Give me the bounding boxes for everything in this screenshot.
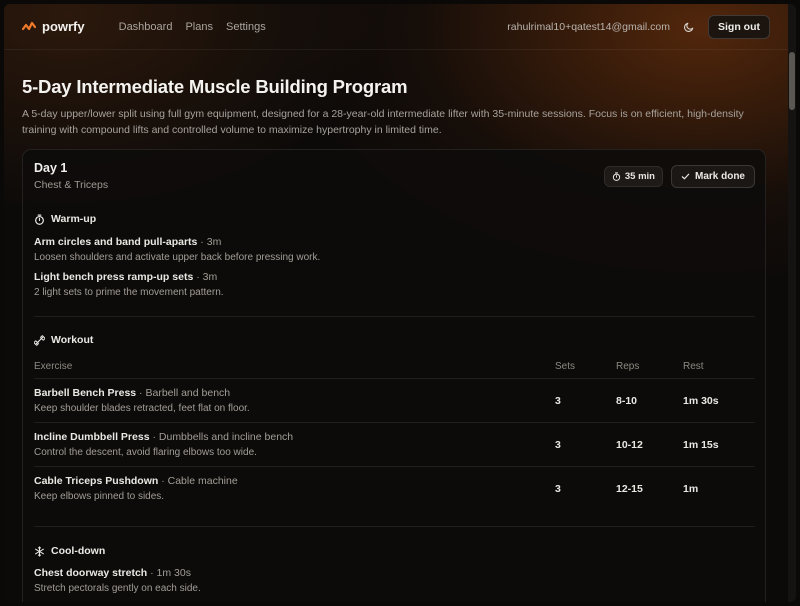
powrfy-logo-icon	[22, 21, 36, 30]
page-scrollbar[interactable]	[788, 4, 796, 602]
program-description: A 5-day upper/lower split using full gym…	[22, 108, 744, 136]
warmup-item-name: Light bench press ramp-up sets	[34, 271, 194, 283]
exercise-equipment: Dumbbells and incline bench	[158, 431, 294, 443]
workout-heading-text: Workout	[51, 334, 94, 346]
sign-out-button[interactable]: Sign out	[708, 14, 770, 39]
day-subtitle: Chest & Triceps	[34, 179, 109, 191]
warmup-heading-text: Warm-up	[51, 213, 97, 225]
cooldown-item-duration: 1m 30s	[156, 567, 191, 579]
cooldown-heading-text: Cool-down	[51, 545, 106, 557]
brand-name: powrfy	[42, 19, 85, 34]
nav-link-dashboard[interactable]: Dashboard	[119, 21, 173, 33]
theme-toggle-button[interactable]	[680, 18, 698, 36]
mark-done-button[interactable]: Mark done	[670, 165, 755, 188]
top-nav: powrfy Dashboard Plans Settings rahulrim…	[4, 4, 788, 50]
page-title: 5-Day Intermediate Muscle Building Progr…	[22, 76, 408, 97]
warmup-heading: Warm-up	[34, 213, 96, 225]
day-actions: 35 min Mark done	[603, 165, 755, 188]
section-divider	[34, 526, 755, 527]
exercise-rest: 1m 30s	[683, 395, 719, 407]
column-header-exercise: Exercise	[34, 361, 73, 372]
brand[interactable]: powrfy	[22, 19, 85, 34]
table-divider	[34, 378, 755, 379]
nav-right: rahulrimal10+qatest14@gmail.com Sign out	[507, 14, 770, 39]
duration-badge: 35 min	[603, 166, 663, 187]
duration-text: 35 min	[624, 171, 655, 182]
exercise-name: Cable Triceps Pushdown	[34, 475, 159, 487]
moon-icon	[683, 22, 693, 32]
warmup-item-name: Arm circles and band pull-aparts	[34, 236, 198, 248]
nav-links: Dashboard Plans Settings	[119, 21, 266, 33]
app-window: powrfy Dashboard Plans Settings rahulrim…	[4, 4, 796, 602]
exercise-name: Incline Dumbbell Press	[34, 431, 150, 443]
workout-heading: Workout	[34, 334, 93, 346]
warmup-item: Arm circles and band pull-aparts · 3m Lo…	[34, 236, 734, 263]
table-row: Incline Dumbbell Press · Dumbbells and i…	[34, 431, 534, 458]
day-title: Day 1	[34, 161, 68, 175]
program-header: 5-Day Intermediate Muscle Building Progr…	[22, 76, 770, 138]
cooldown-item-note: Stretch pectorals gently on each side.	[34, 583, 201, 594]
warmup-item: Light bench press ramp-up sets · 3m 2 li…	[34, 271, 734, 298]
exercise-sets: 3	[555, 483, 561, 495]
table-row: Barbell Bench Press · Barbell and bench …	[34, 387, 534, 414]
exercise-rest: 1m 15s	[683, 439, 719, 451]
scrollbar-thumb[interactable]	[789, 52, 795, 110]
nav-link-plans[interactable]: Plans	[185, 21, 213, 33]
warmup-item-duration: 3m	[202, 271, 218, 283]
exercise-reps: 8-10	[616, 395, 638, 407]
column-header-sets: Sets	[555, 361, 576, 372]
cooldown-item: Chest doorway stretch · 1m 30s Stretch p…	[34, 567, 734, 594]
cooldown-item-name: Chest doorway stretch	[34, 567, 148, 579]
warmup-item-duration: 3m	[206, 236, 222, 248]
exercise-equipment: Barbell and bench	[145, 387, 231, 399]
section-divider	[34, 316, 755, 317]
exercise-note: Keep elbows pinned to sides.	[34, 491, 165, 502]
day-header: Day 1 Chest & Triceps	[34, 161, 108, 191]
check-icon	[681, 173, 690, 180]
table-row: Cable Triceps Pushdown · Cable machine K…	[34, 475, 534, 502]
table-divider	[34, 466, 755, 467]
exercise-equipment: Cable machine	[167, 475, 238, 487]
column-header-rest: Rest	[683, 361, 704, 372]
warmup-item-note: Loosen shoulders and activate upper back…	[34, 252, 321, 263]
cooldown-heading: Cool-down	[34, 545, 105, 557]
warmup-item-note: 2 light sets to prime the movement patte…	[34, 287, 224, 298]
column-header-reps: Reps	[616, 361, 640, 372]
user-email: rahulrimal10+qatest14@gmail.com	[507, 20, 670, 33]
dumbbell-icon	[34, 334, 45, 346]
exercise-note: Control the descent, avoid flaring elbow…	[34, 447, 257, 458]
stopwatch-icon	[612, 172, 621, 181]
table-divider	[34, 422, 755, 423]
snowflake-icon	[35, 545, 44, 557]
exercise-note: Keep shoulder blades retracted, feet fla…	[34, 403, 250, 414]
exercise-reps: 12-15	[616, 483, 643, 495]
exercise-reps: 10-12	[616, 439, 643, 451]
exercise-sets: 3	[555, 395, 561, 407]
mark-done-label: Mark done	[694, 171, 745, 182]
stopwatch-icon	[35, 214, 44, 225]
day-card: Day 1 Chest & Triceps 35 min Mark done W…	[22, 149, 766, 602]
exercise-name: Barbell Bench Press	[34, 387, 137, 399]
exercise-sets: 3	[555, 439, 561, 451]
exercise-rest: 1m	[683, 483, 699, 495]
nav-link-settings[interactable]: Settings	[226, 21, 266, 33]
